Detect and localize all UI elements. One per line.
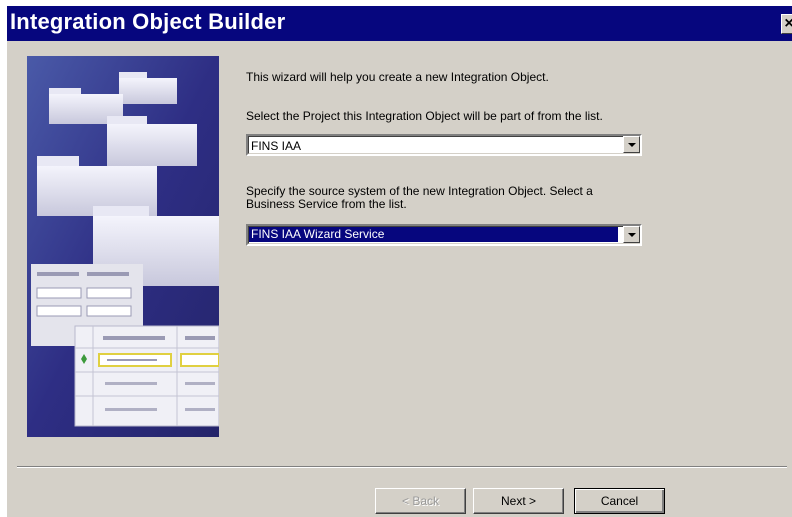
project-select-value: FINS IAA: [251, 139, 302, 153]
dropdown-arrow-icon[interactable]: [623, 136, 640, 153]
source-prompt-line2: Business Service from the list.: [246, 197, 407, 211]
next-button[interactable]: Next >: [473, 488, 564, 514]
dropdown-arrow-icon[interactable]: [623, 226, 640, 243]
cancel-button[interactable]: Cancel: [574, 488, 665, 514]
grid-panel-front: [74, 325, 219, 427]
project-select[interactable]: FINS IAA: [246, 134, 642, 156]
title-bar[interactable]: Integration Object Builder ×: [7, 6, 792, 41]
business-service-select[interactable]: FINS IAA Wizard Service: [246, 224, 642, 246]
footer-separator: [17, 466, 787, 468]
dialog-window: Integration Object Builder ×: [6, 5, 792, 517]
close-icon[interactable]: ×: [781, 14, 792, 34]
window-title: Integration Object Builder: [10, 9, 286, 34]
business-service-value: FINS IAA Wizard Service: [249, 227, 618, 242]
project-prompt: Select the Project this Integration Obje…: [246, 109, 603, 123]
wizard-illustration: [27, 56, 219, 437]
intro-text: This wizard will help you create a new I…: [246, 70, 549, 84]
back-button[interactable]: < Back: [375, 488, 466, 514]
